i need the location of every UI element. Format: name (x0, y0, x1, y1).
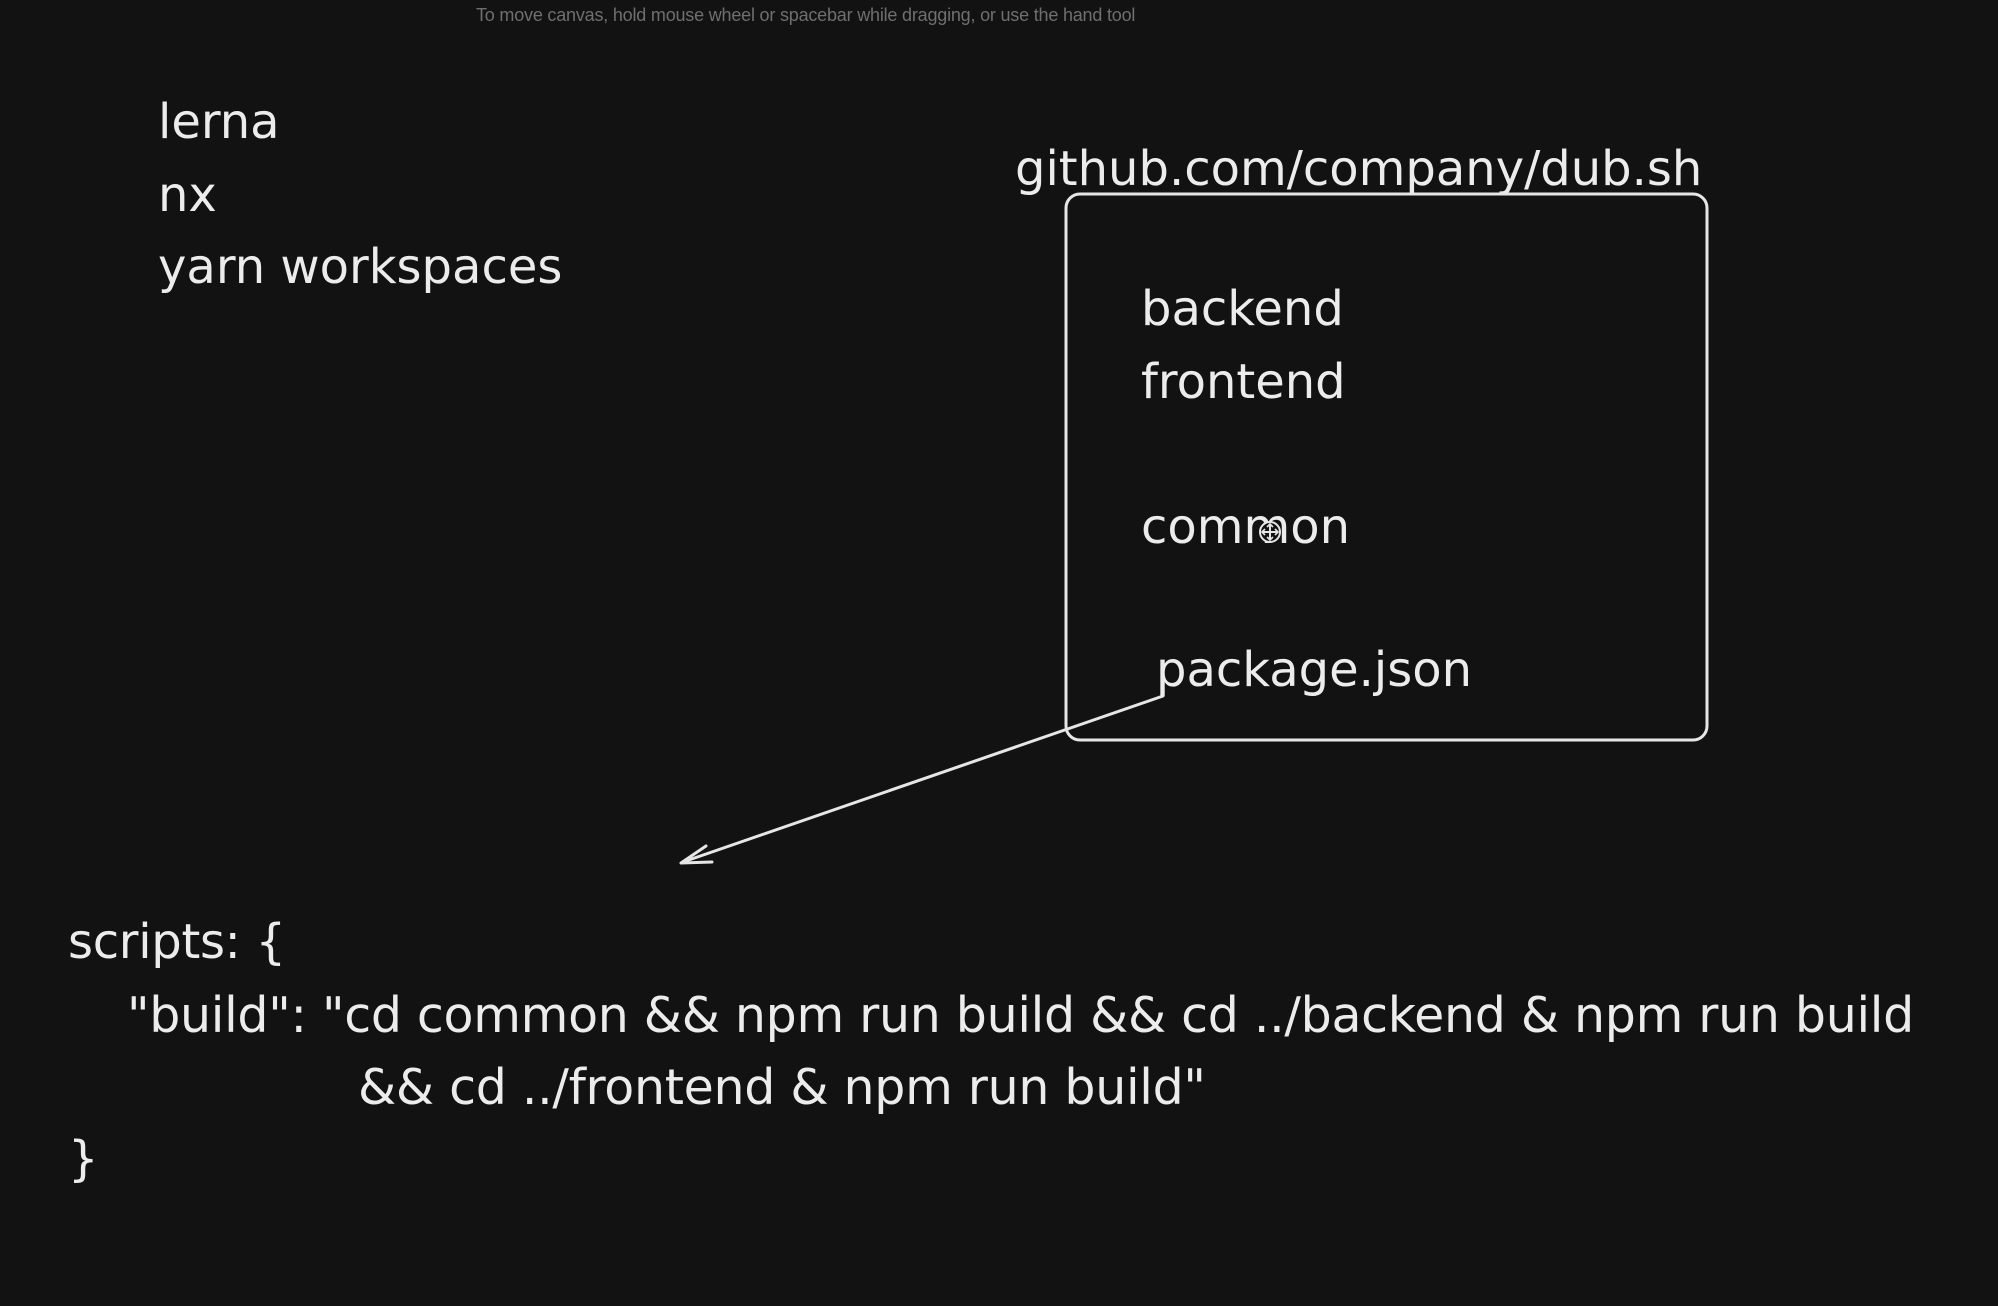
tool-item-nx[interactable]: nx (158, 171, 217, 219)
whiteboard-canvas[interactable]: To move canvas, hold mouse wheel or spac… (0, 0, 1998, 1306)
folder-frontend[interactable]: frontend (1141, 358, 1346, 406)
move-cursor-icon (1259, 521, 1281, 543)
folder-common[interactable]: common (1141, 503, 1350, 551)
folder-backend[interactable]: backend (1141, 285, 1344, 333)
canvas-hint: To move canvas, hold mouse wheel or spac… (476, 5, 1136, 25)
code-line-build-continued[interactable]: && cd ../frontend & npm run build" (358, 1063, 1206, 1112)
code-line-scripts-close[interactable]: } (68, 1135, 99, 1183)
file-package-json[interactable]: package.json (1156, 646, 1472, 694)
code-line-scripts-open[interactable]: scripts: { (68, 918, 286, 966)
arrow-head (679, 844, 714, 865)
tool-item-yarn-workspaces[interactable]: yarn workspaces (158, 243, 562, 291)
tool-item-lerna[interactable]: lerna (158, 98, 280, 146)
repo-url-label[interactable]: github.com/company/dub.sh (1015, 145, 1702, 193)
code-line-build-command[interactable]: "build": "cd common && npm run build && … (127, 991, 1914, 1040)
arrow-line[interactable] (681, 694, 1165, 864)
